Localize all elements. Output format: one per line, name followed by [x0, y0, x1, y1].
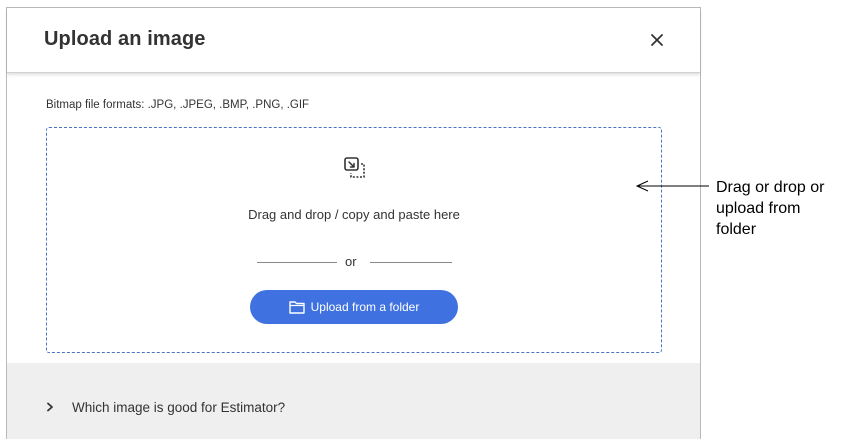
close-icon	[651, 34, 663, 46]
annotation-line-1: Drag or drop or	[716, 179, 825, 196]
arrow-left-icon	[635, 180, 709, 192]
drop-instructions: Drag and drop / copy and paste here	[248, 207, 460, 222]
dialog-title: Upload an image	[44, 28, 206, 50]
close-button[interactable]	[643, 26, 671, 54]
annotation-line-3: folder	[716, 221, 757, 238]
separator-text: or	[345, 254, 357, 269]
annotation-callout: Drag or drop or upload from folder	[716, 177, 861, 240]
separator-line-right	[370, 262, 452, 263]
drop-image-icon	[344, 157, 365, 178]
dialog-footer: Which image is good for Estimator?	[7, 363, 700, 439]
accordion-good-image[interactable]: Which image is good for Estimator?	[45, 397, 285, 417]
annotation-line-2: upload from	[716, 200, 801, 217]
page: Upload an image Bitmap file formats: .JP…	[0, 0, 863, 439]
upload-image-dialog: Upload an image Bitmap file formats: .JP…	[6, 7, 701, 439]
chevron-right-icon	[47, 402, 53, 412]
file-formats-label: Bitmap file formats: .JPG, .JPEG, .BMP, …	[46, 99, 310, 111]
folder-icon	[288, 301, 305, 314]
upload-from-folder-button[interactable]: Upload from a folder	[250, 290, 458, 324]
drop-zone[interactable]: Drag and drop / copy and paste here or U…	[46, 127, 662, 353]
dialog-header: Upload an image	[7, 8, 700, 73]
upload-button-label: Upload from a folder	[310, 300, 420, 314]
or-separator: or	[257, 254, 453, 270]
separator-line-left	[257, 262, 337, 263]
accordion-label: Which image is good for Estimator?	[72, 399, 286, 415]
